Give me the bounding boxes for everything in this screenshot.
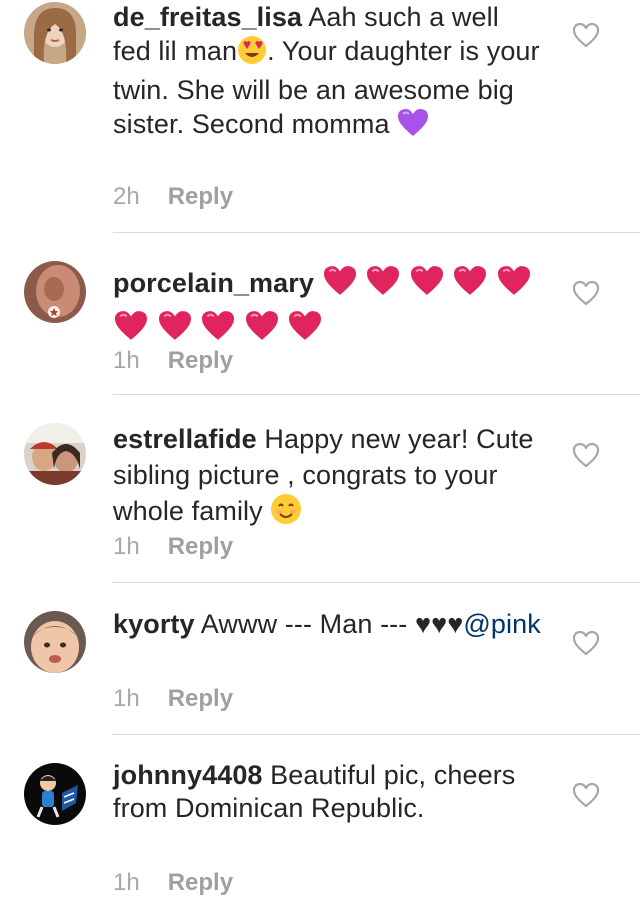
heart-outline-icon[interactable] xyxy=(572,782,600,808)
purple-heart-emoji xyxy=(397,108,429,146)
comment-username[interactable]: porcelain_mary xyxy=(113,268,314,298)
avatar[interactable] xyxy=(24,611,86,673)
comment-text: estrellafide Happy new year! Cute siblin… xyxy=(113,421,543,534)
reply-button[interactable]: Reply xyxy=(168,533,233,560)
red-heart-emoji xyxy=(365,265,401,308)
red-heart-emoji xyxy=(287,310,323,353)
comment-time: 1h xyxy=(113,869,140,896)
reply-button[interactable]: Reply xyxy=(168,347,233,374)
red-heart-emoji xyxy=(409,265,445,308)
comment-body: ♥♥♥ xyxy=(414,609,464,639)
avatar[interactable] xyxy=(24,2,86,64)
comment-text: de_freitas_lisa Aah such a well fed lil … xyxy=(113,0,543,146)
heart-outline-icon[interactable] xyxy=(572,442,600,468)
reply-button[interactable]: Reply xyxy=(168,685,233,712)
heart-eyes-emoji xyxy=(237,35,267,73)
comment-time: 2h xyxy=(113,183,140,210)
comment-text: johnny4408 Beautiful pic, cheers from Do… xyxy=(113,759,543,825)
comment-username[interactable]: de_freitas_lisa xyxy=(113,2,302,32)
red-heart-emoji xyxy=(496,265,532,308)
mention-link[interactable]: @pink xyxy=(463,609,540,639)
avatar[interactable] xyxy=(24,763,86,825)
comment-time: 1h xyxy=(113,685,140,712)
avatar[interactable] xyxy=(24,261,86,323)
comment-text: kyorty Awww --- Man --- ♥♥♥@pink xyxy=(113,607,543,641)
heart-outline-icon[interactable] xyxy=(572,280,600,306)
comment-item: johnny4408 Beautiful pic, cheers from Do… xyxy=(0,735,640,897)
heart-outline-icon[interactable] xyxy=(572,22,600,48)
red-heart-emoji xyxy=(452,265,488,308)
comment-meta: 1h Reply xyxy=(113,869,233,897)
comment-meta: 1h Reply xyxy=(113,347,233,375)
comment-body: Awww --- Man --- xyxy=(194,609,415,639)
avatar[interactable] xyxy=(24,423,86,485)
comment-username[interactable]: kyorty xyxy=(113,609,195,639)
comment-meta: 2h Reply xyxy=(113,183,233,211)
comment-item: porcelain_mary 1h Reply xyxy=(0,233,640,393)
reply-button[interactable]: Reply xyxy=(168,183,233,210)
red-heart-emoji xyxy=(244,310,280,353)
comment-text: porcelain_mary xyxy=(113,263,543,353)
red-heart-emoji xyxy=(322,265,358,308)
comment-username[interactable]: johnny4408 xyxy=(113,760,263,790)
comment-meta: 1h Reply xyxy=(113,533,233,561)
comment-username[interactable]: estrellafide xyxy=(113,424,257,454)
comment-item: de_freitas_lisa Aah such a well fed lil … xyxy=(0,0,640,232)
comment-item: estrellafide Happy new year! Cute siblin… xyxy=(0,395,640,581)
comment-time: 1h xyxy=(113,533,140,560)
reply-button[interactable]: Reply xyxy=(168,869,233,896)
comment-meta: 1h Reply xyxy=(113,685,233,713)
smiling-face-emoji xyxy=(270,493,302,534)
heart-outline-icon[interactable] xyxy=(572,630,600,656)
comment-time: 1h xyxy=(113,347,140,374)
comment-item: kyorty Awww --- Man --- ♥♥♥@pink 1h Reply xyxy=(0,583,640,733)
